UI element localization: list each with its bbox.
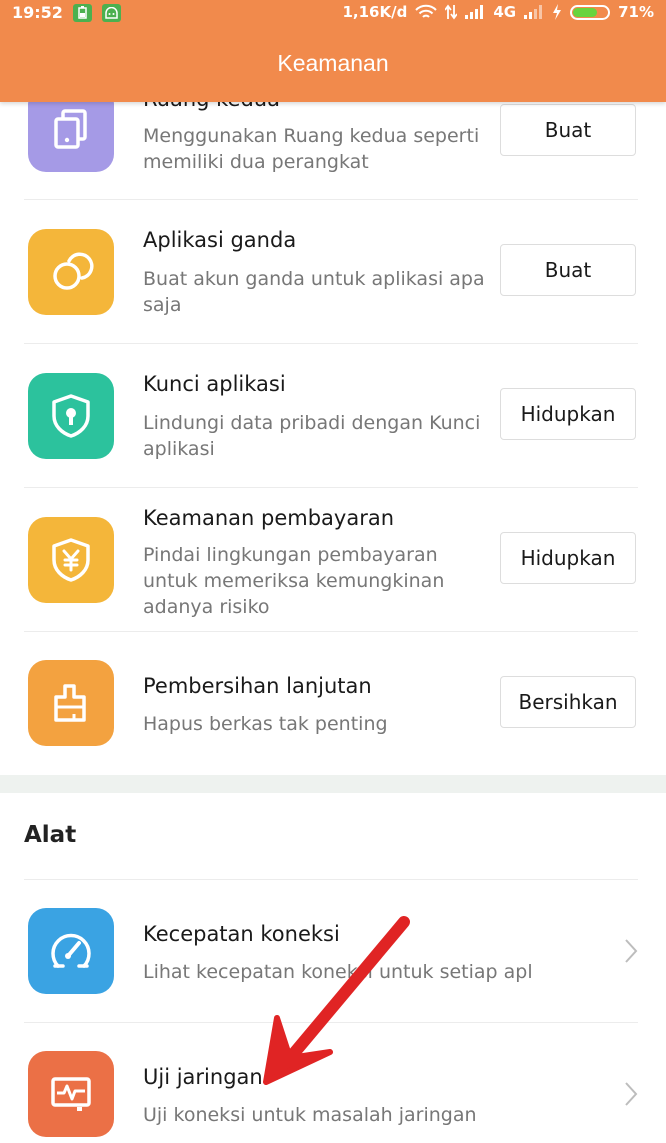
battery-percent: 71% (618, 3, 654, 21)
feature-row-app-lock[interactable]: Kunci aplikasi Lindungi data pribadi den… (0, 344, 666, 488)
signal-weak-icon (524, 5, 543, 19)
tool-title: Kecepatan koneksi (143, 922, 340, 946)
feature-row-dual-apps[interactable]: Aplikasi ganda Buat akun ganda untuk apl… (0, 200, 666, 344)
section-title-tools: Alat (24, 822, 77, 848)
wifi-icon (415, 4, 438, 18)
speedometer-icon (28, 908, 114, 994)
network-type: 4G (493, 3, 517, 21)
shield-lock-icon (28, 373, 114, 459)
app-bar: Keamanan (0, 26, 666, 102)
feature-description: Buat akun ganda untuk aplikasi apa saja (143, 268, 485, 316)
feature-title: Pembersihan lanjutan (143, 674, 372, 698)
tool-description: Lihat kecepatan koneksi untuk setiap apl (143, 961, 533, 983)
feature-title: Kunci aplikasi (143, 372, 286, 396)
charging-icon (553, 4, 562, 20)
create-dual-app-button[interactable]: Buat (500, 244, 636, 296)
tool-description: Uji koneksi untuk masalah jaringan (143, 1104, 477, 1126)
feature-title: Aplikasi ganda (143, 228, 297, 252)
tool-title: Uji jaringan (143, 1065, 263, 1089)
scroll-content[interactable]: Ruang kedua Menggunakan Ruang kedua sepe… (0, 0, 666, 1143)
feature-title: Keamanan pembayaran (143, 506, 395, 530)
feature-description: Menggunakan Ruang kedua seperti memiliki… (143, 125, 480, 173)
tool-row-network-test[interactable]: Uji jaringan Uji koneksi untuk masalah j… (0, 1023, 666, 1143)
feature-row-payment-security[interactable]: Keamanan pembayaran Pindai lingkungan pe… (0, 488, 666, 632)
feature-description: Hapus berkas tak penting (143, 713, 388, 735)
feature-row-deep-clean[interactable]: Pembersihan lanjutan Hapus berkas tak pe… (0, 632, 666, 775)
feature-description: Lindungi data pribadi dengan Kunci aplik… (143, 412, 481, 460)
feature-row-second-space[interactable]: Ruang kedua Menggunakan Ruang kedua sepe… (0, 86, 666, 200)
battery-level-fill (573, 7, 597, 17)
network-monitor-icon (28, 1051, 114, 1137)
tool-row-connection-speed[interactable]: Kecepatan koneksi Lihat kecepatan koneks… (0, 880, 666, 1023)
page-title: Keamanan (277, 50, 389, 76)
create-second-space-button[interactable]: Buat (500, 104, 636, 156)
status-time: 19:52 (12, 3, 63, 22)
broom-icon (28, 660, 114, 746)
enable-app-lock-button[interactable]: Hidupkan (500, 388, 636, 440)
android-notification-icon (101, 3, 121, 22)
feature-description: Pindai lingkungan pembayaran untuk memer… (143, 544, 445, 618)
enable-payment-security-button[interactable]: Hidupkan (500, 532, 636, 584)
data-transfer-icon (445, 4, 458, 20)
network-speed: 1,16K/d (342, 3, 408, 21)
section-separator (0, 775, 666, 793)
signal-icon (465, 5, 484, 19)
chevron-right-icon (625, 1082, 638, 1106)
clean-button[interactable]: Bersihkan (500, 676, 636, 728)
shield-yen-icon (28, 517, 114, 603)
battery-icon (570, 4, 611, 20)
dual-app-icon (28, 229, 114, 315)
chevron-right-icon (625, 939, 638, 963)
battery-saver-icon (72, 3, 92, 22)
status-bar: 19:52 1,16K/d 4G 71% (0, 0, 666, 26)
